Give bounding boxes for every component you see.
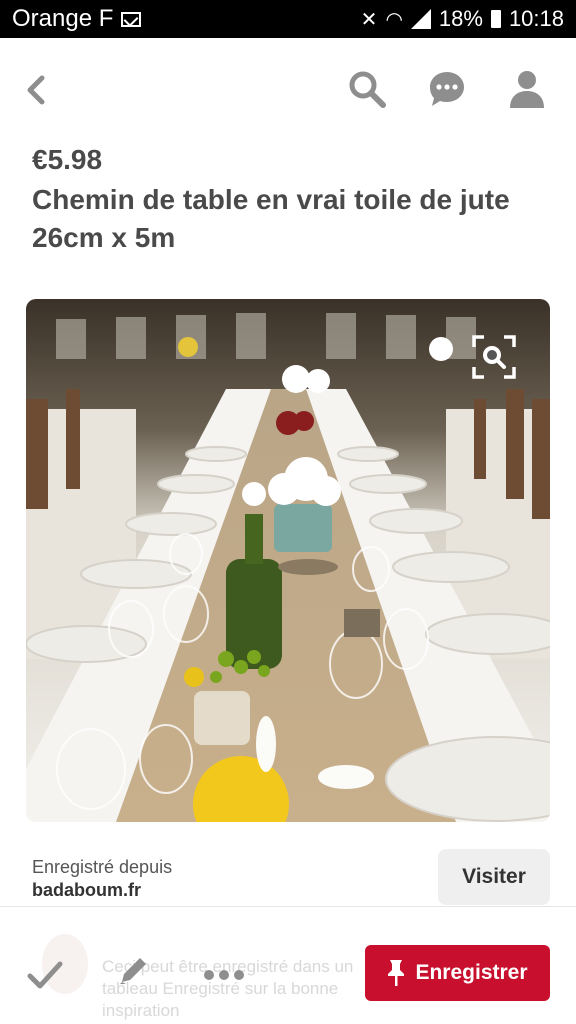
dot <box>204 970 214 980</box>
save-button-label: Enregistrer <box>415 961 528 984</box>
save-pin-button[interactable]: Enregistrer <box>365 945 550 1001</box>
dot <box>219 970 229 980</box>
pin-image[interactable] <box>26 299 550 822</box>
signal-icon <box>410 9 431 29</box>
visit-button[interactable]: Visiter <box>438 849 550 905</box>
carrier-name: Orange F <box>12 5 114 32</box>
action-bar: Ceci peut être enregistré dans un tablea… <box>0 930 576 1024</box>
chat-icon[interactable] <box>426 68 468 110</box>
profile-icon[interactable] <box>506 68 548 110</box>
edit-pencil-icon[interactable] <box>116 954 150 988</box>
mute-icon: ✕ <box>360 8 378 31</box>
product-price: €5.98 <box>32 144 103 175</box>
saved-from-label: Enregistré depuis <box>32 857 173 877</box>
visual-search-icon[interactable] <box>472 335 516 379</box>
wifi-icon: ◠ <box>385 8 403 31</box>
clock: 10:18 <box>508 6 564 31</box>
battery-icon <box>490 10 501 28</box>
top-nav <box>0 60 576 120</box>
pushpin-icon <box>388 960 405 986</box>
divider <box>0 906 576 907</box>
dot <box>234 970 244 980</box>
more-options-icon[interactable] <box>204 970 244 980</box>
battery-percent: 18% <box>438 6 483 31</box>
back-icon[interactable] <box>22 72 52 108</box>
product-title: Chemin de table en vrai toile de jute 26… <box>32 184 510 253</box>
check-icon[interactable] <box>26 956 64 994</box>
mail-icon <box>121 11 142 27</box>
source-domain-link[interactable]: badaboum.fr <box>32 880 141 901</box>
search-icon[interactable] <box>346 68 388 110</box>
status-bar: Orange F ✕ ◠ 18% 10:18 <box>0 0 576 38</box>
